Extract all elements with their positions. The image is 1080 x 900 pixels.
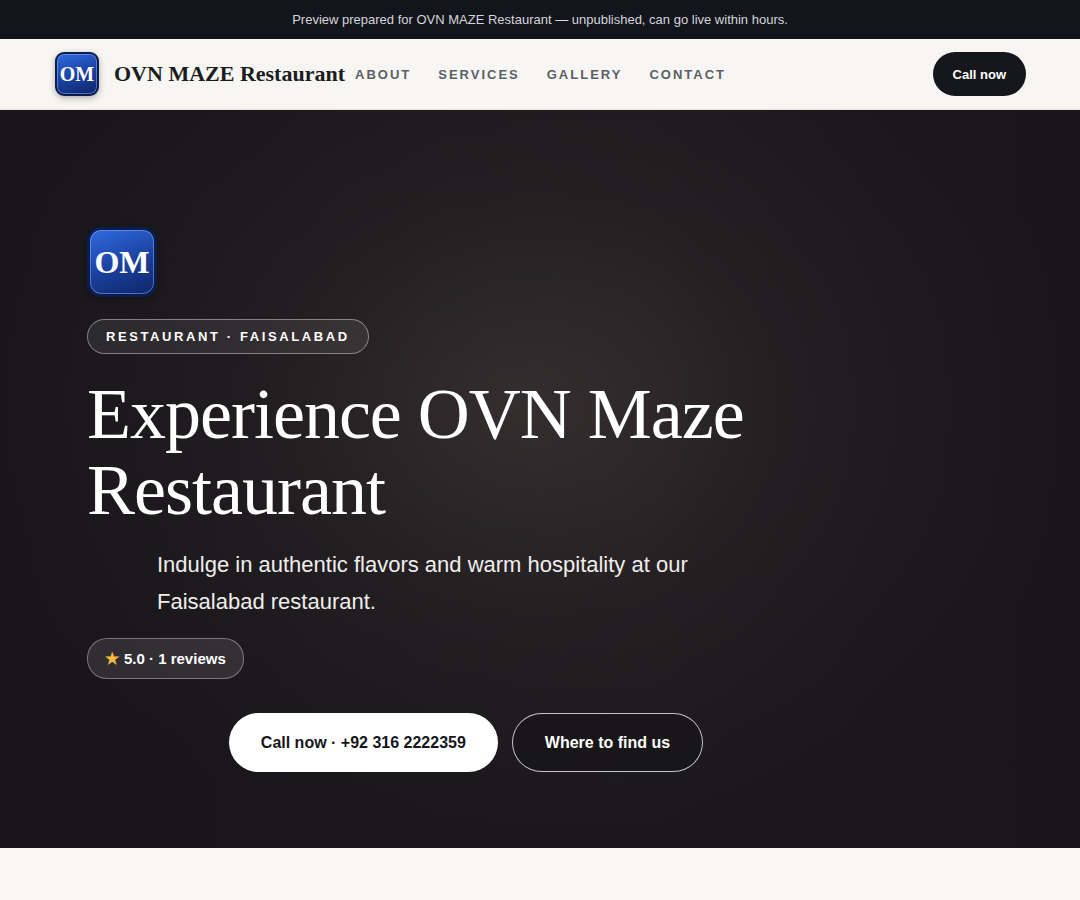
brand-logo-icon: OM xyxy=(55,52,99,96)
nav-link[interactable]: CONTACT xyxy=(649,67,726,82)
call-now-button[interactable]: Call now xyxy=(933,52,1026,96)
hero-photo: OM RESTAURANT · FAISALABAD Experience OVN … xyxy=(0,110,1080,848)
location-button[interactable]: Where to find us xyxy=(512,713,703,772)
hero-subtitle: Indulge in authentic flavors and warm ho… xyxy=(157,546,717,620)
nav-link[interactable]: SERVICES xyxy=(438,67,520,82)
brand[interactable]: OM OVN MAZE Restaurant xyxy=(55,52,355,96)
hero-actions: Call now · +92 316 2222359Where to find … xyxy=(87,713,845,772)
hero-logo-icon: OM xyxy=(87,227,157,297)
nav-link[interactable]: GALLERY xyxy=(547,67,623,82)
call-button[interactable]: Call now · +92 316 2222359 xyxy=(229,713,498,772)
hero-content: OM RESTAURANT · FAISALABAD Experience OVN … xyxy=(87,227,845,772)
rating-badge: ★5.0 · 1 reviews xyxy=(87,638,244,679)
star-icon: ★ xyxy=(105,649,119,668)
category-tag: RESTAURANT · FAISALABAD xyxy=(87,319,369,354)
hero-title: Experience OVN Maze Restaurant xyxy=(87,376,807,528)
site-header: OM OVN MAZE Restaurant ABOUT SERVICES GALLER… xyxy=(0,39,1080,110)
header-actions: Call now xyxy=(726,52,1026,96)
nav-link[interactable]: ABOUT xyxy=(355,67,411,82)
brand-name: OVN MAZE Restaurant xyxy=(114,61,345,87)
page: Preview prepared for OVN MAZE Restaurant… xyxy=(0,0,1080,900)
preview-banner: Preview prepared for OVN MAZE Restaurant… xyxy=(0,0,1080,39)
main-nav: ABOUT SERVICES GALLERY CONTACT xyxy=(355,67,726,82)
